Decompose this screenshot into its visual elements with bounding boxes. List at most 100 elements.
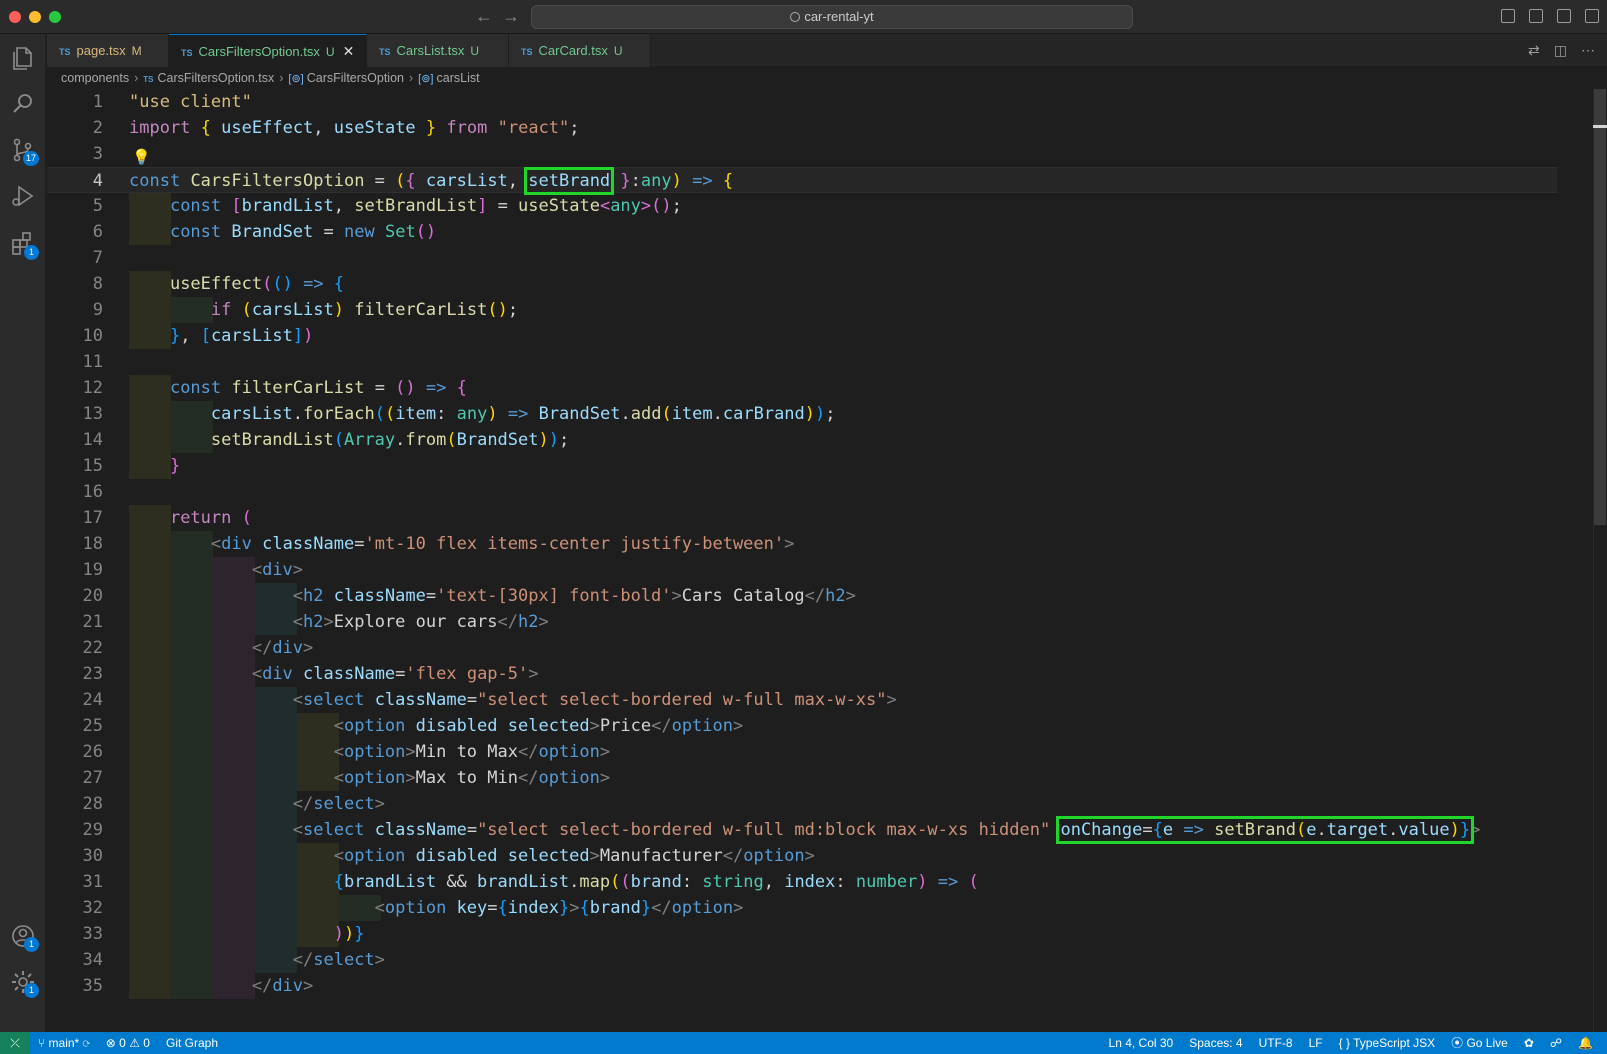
accounts-icon[interactable]: 1: [9, 922, 39, 952]
tab-status: U: [613, 44, 623, 58]
line-number: 14: [82, 430, 103, 450]
forward-arrow-icon[interactable]: →: [502, 6, 520, 27]
tab-status: U: [325, 45, 335, 59]
command-center[interactable]: car-rental-yt: [531, 5, 1133, 29]
code-line: 24 <select className="select select-bord…: [47, 687, 1557, 713]
split-editor-icon[interactable]: ◫: [1554, 42, 1567, 59]
end-of-line[interactable]: LF: [1309, 1032, 1323, 1054]
line-content: <h2 className='text-[30px] font-bold'>Ca…: [292, 586, 856, 606]
line-number: 31: [82, 872, 103, 892]
close-window-button[interactable]: [9, 11, 21, 23]
close-icon[interactable]: ✕: [343, 43, 355, 59]
variable-symbol-icon: [⊚]: [418, 73, 434, 85]
breadcrumb-folder[interactable]: components: [61, 71, 129, 85]
extensions-badge: 1: [24, 245, 39, 260]
cursor-position[interactable]: Ln 4, Col 30: [1109, 1032, 1174, 1054]
breadcrumb: components › TS CarsFiltersOption.tsx › [⊚] Ca…: [47, 67, 1607, 89]
line-content: <option disabled selected>Manufacturer</…: [333, 846, 815, 866]
code-line: 7: [47, 245, 1557, 271]
chevron-right-icon: ›: [134, 71, 139, 85]
line-content: <option key={index}>{brand}</option>: [374, 898, 744, 918]
chevron-right-icon: ›: [408, 71, 414, 85]
copilot-icon[interactable]: ✿: [1524, 1032, 1534, 1054]
line-content: <div>: [251, 560, 304, 580]
indentation[interactable]: Spaces: 4: [1189, 1032, 1242, 1054]
explorer-icon[interactable]: [9, 44, 37, 72]
line-number: 35: [82, 976, 103, 996]
code-editor[interactable]: 1 "use client" 2 import { useEffect, useSt…: [47, 89, 1607, 1032]
git-branch[interactable]: ⑂ main* ⟳: [38, 1032, 90, 1054]
tab-carslist-tsx[interactable]: TS CarsList.tsx U: [367, 34, 509, 67]
notifications-bell-icon[interactable]: 🔔: [1578, 1032, 1593, 1054]
breadcrumb-file[interactable]: CarsFiltersOption.tsx: [158, 71, 275, 85]
feedback-icon[interactable]: ☍: [1550, 1032, 1562, 1054]
tab-status: M: [131, 44, 142, 58]
code-line: 33 ))}: [47, 921, 1557, 947]
code-line: 3 💡: [47, 141, 1557, 167]
line-number: 9: [92, 300, 103, 320]
git-graph-button[interactable]: Git Graph: [166, 1032, 218, 1054]
status-bar: ⤫ ⑂ main* ⟳ ⊗ 0 ⚠ 0 Git Graph Ln 4, Col …: [0, 1032, 1607, 1054]
code-line: 32 <option key={index}>{brand}</option>: [47, 895, 1557, 921]
code-line: 22 </div>: [47, 635, 1557, 661]
line-content: return (: [169, 508, 252, 528]
code-line: 31 {brandList && brandList.map((brand: s…: [47, 869, 1557, 895]
extensions-icon[interactable]: 1: [9, 230, 39, 260]
breadcrumb-symbol[interactable]: CarsFiltersOption: [307, 71, 404, 85]
breadcrumb-symbol[interactable]: carsList: [437, 71, 480, 85]
code-line: 28 </select>: [47, 791, 1557, 817]
line-content: const CarsFiltersOption = ({ carsList, s…: [129, 167, 734, 195]
language-label: TypeScript JSX: [1353, 1036, 1436, 1050]
toggle-sidebar-icon[interactable]: [1501, 9, 1515, 23]
go-live-label: Go Live: [1466, 1036, 1508, 1050]
language-mode[interactable]: { } TypeScript JSX: [1339, 1032, 1436, 1054]
tab-carcard-tsx[interactable]: TS CarCard.tsx U: [509, 34, 651, 67]
cursor-position-marker: [1593, 125, 1607, 128]
line-content: </div>: [251, 638, 314, 658]
code-line: 8 useEffect(() => {: [47, 271, 1557, 297]
line-content: const filterCarList = () => {: [169, 378, 467, 398]
compare-changes-icon[interactable]: ⇄: [1528, 42, 1540, 59]
toggle-panel-icon[interactable]: [1529, 9, 1543, 23]
code-line: 9 if (carsList) filterCarList();: [47, 297, 1557, 323]
scrollbar-thumb[interactable]: [1594, 89, 1606, 525]
maximize-window-button[interactable]: [49, 11, 61, 23]
line-content: <select className="select select-bordere…: [292, 816, 1481, 844]
code-line: 17 return (: [47, 505, 1557, 531]
line-content: {brandList && brandList.map((brand: stri…: [333, 872, 979, 892]
search-icon[interactable]: [9, 90, 37, 118]
settings-badge: 1: [24, 983, 39, 998]
go-live-button[interactable]: ⦿ Go Live: [1451, 1032, 1508, 1054]
encoding[interactable]: UTF-8: [1259, 1032, 1293, 1054]
variable-symbol-icon: [⊚]: [288, 73, 304, 85]
search-icon: [790, 12, 801, 22]
remote-indicator-icon[interactable]: ⤫: [0, 1032, 30, 1054]
source-control-badge: 17: [22, 151, 39, 166]
editor-scrollbar[interactable]: [1593, 89, 1607, 1032]
problems-count[interactable]: ⊗ 0 ⚠ 0: [106, 1032, 150, 1054]
line-number: 11: [82, 352, 103, 372]
customize-layout-icon[interactable]: [1585, 9, 1599, 23]
source-control-icon[interactable]: 17: [9, 136, 39, 166]
more-actions-icon[interactable]: ⋯: [1581, 42, 1595, 59]
line-number: 16: [82, 482, 103, 502]
settings-gear-icon[interactable]: 1: [9, 968, 39, 998]
toggle-secondary-sidebar-icon[interactable]: [1557, 9, 1571, 23]
line-number: 20: [82, 586, 103, 606]
line-number: 22: [82, 638, 103, 658]
back-arrow-icon[interactable]: ←: [475, 6, 493, 27]
line-number: 21: [82, 612, 103, 632]
tab-label: CarCard.tsx: [538, 43, 608, 58]
minimize-window-button[interactable]: [29, 11, 41, 23]
typescript-icon: TS: [379, 47, 391, 57]
line-number: 2: [92, 118, 103, 138]
line-number: 26: [82, 742, 103, 762]
tab-page-tsx[interactable]: TS page.tsx M: [47, 34, 169, 67]
code-line: 29 <select className="select select-bord…: [47, 816, 1557, 844]
line-number: 23: [82, 664, 103, 684]
tab-carsfiltersoption-tsx[interactable]: TS CarsFiltersOption.tsx U ✕: [169, 34, 367, 67]
code-line: 30 <option disabled selected>Manufacture…: [47, 843, 1557, 869]
run-debug-icon[interactable]: [9, 182, 37, 210]
error-count: 0: [119, 1036, 126, 1050]
layout-controls: [1501, 9, 1599, 23]
